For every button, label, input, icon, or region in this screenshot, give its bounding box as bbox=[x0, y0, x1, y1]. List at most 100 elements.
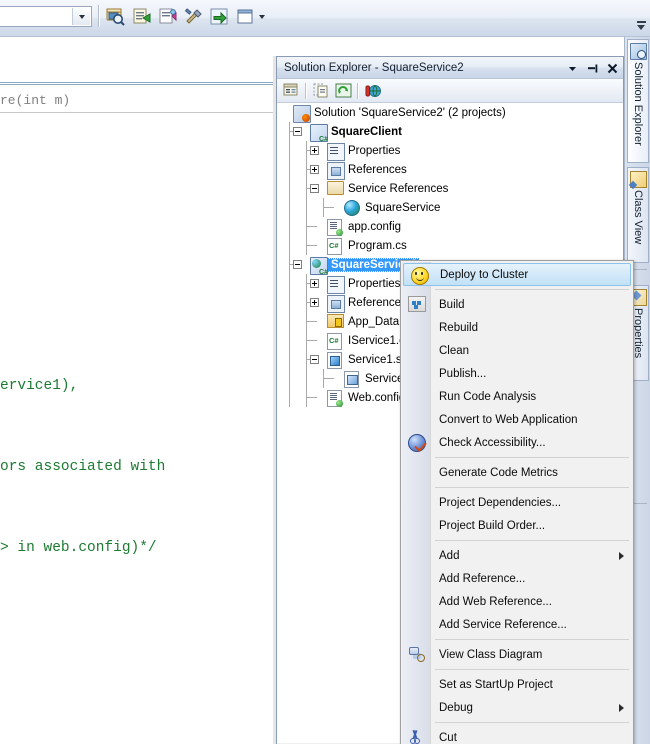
menu-item[interactable]: View Class Diagram bbox=[401, 643, 633, 666]
class-diagram-icon bbox=[408, 646, 425, 662]
menu-item[interactable]: Publish... bbox=[401, 362, 633, 385]
menu-item[interactable]: Run Code Analysis bbox=[401, 385, 633, 408]
menu-item[interactable]: Clean bbox=[401, 339, 633, 362]
editor-navigation-bar bbox=[0, 82, 276, 85]
menu-item[interactable]: Project Build Order... bbox=[401, 514, 633, 537]
menu-item[interactable]: Deploy to Cluster bbox=[403, 263, 631, 286]
submenu-arrow-icon bbox=[619, 552, 624, 560]
code-text-block[interactable]: ervice1), ors associated with > in web.c… bbox=[0, 319, 276, 616]
tree-item[interactable]: app.config bbox=[277, 217, 623, 236]
menu-item-label: Rebuild bbox=[439, 321, 478, 334]
collapse-icon[interactable] bbox=[310, 355, 319, 364]
tree-item[interactable]: Service References bbox=[277, 179, 623, 198]
tree-item-label: References bbox=[348, 296, 407, 309]
menu-separator bbox=[435, 540, 629, 541]
menu-item-label: Run Code Analysis bbox=[439, 390, 537, 403]
toolbar-separator bbox=[98, 5, 100, 27]
tree-connector bbox=[289, 160, 290, 179]
menu-item[interactable]: Add Service Reference... bbox=[401, 613, 633, 636]
menu-item-label: View Class Diagram bbox=[439, 648, 543, 661]
menu-item-label: Set as StartUp Project bbox=[439, 678, 553, 691]
menu-item[interactable]: Generate Code Metrics bbox=[401, 461, 633, 484]
menu-item-label: Publish... bbox=[439, 367, 487, 380]
menu-item[interactable]: Build bbox=[401, 293, 633, 316]
view-in-browser-button[interactable] bbox=[362, 81, 384, 101]
properties-window-button[interactable] bbox=[280, 81, 302, 101]
tree-connector bbox=[289, 274, 290, 293]
new-project-icon[interactable] bbox=[156, 5, 180, 28]
menu-item-label: Cut bbox=[439, 731, 457, 744]
tree-item[interactable]: Program.cs bbox=[277, 236, 623, 255]
tree-connector bbox=[289, 388, 290, 407]
tree-item[interactable]: References bbox=[277, 160, 623, 180]
window-icon[interactable] bbox=[234, 5, 258, 28]
toolbar-separator bbox=[357, 82, 359, 99]
toolbar-split-dropdown[interactable] bbox=[256, 5, 268, 28]
method-signature-text: re(int m) bbox=[0, 89, 276, 113]
solution-explorer-title-bar[interactable]: Solution Explorer - SquareService2 bbox=[277, 57, 623, 79]
tree-connector bbox=[306, 397, 317, 398]
submenu-arrow-icon bbox=[619, 704, 624, 712]
code-line: ervice1), bbox=[0, 378, 79, 394]
config-file-icon bbox=[327, 390, 343, 407]
menu-item-label: Deploy to Cluster bbox=[440, 268, 529, 281]
references-folder-icon bbox=[327, 295, 345, 313]
tree-item-label: Properties bbox=[348, 277, 401, 290]
toolbar-overflow-button[interactable] bbox=[635, 4, 647, 30]
tree-item[interactable]: Solution 'SquareService2' (2 projects) bbox=[277, 103, 623, 123]
tree-connector bbox=[306, 198, 307, 217]
close-button[interactable] bbox=[606, 61, 619, 75]
menu-item[interactable]: Convert to Web Application bbox=[401, 408, 633, 431]
tree-connector bbox=[306, 226, 317, 227]
collapse-icon[interactable] bbox=[310, 184, 319, 193]
tree-connector bbox=[289, 236, 290, 255]
menu-item[interactable]: Set as StartUp Project bbox=[401, 673, 633, 696]
menu-item[interactable]: Check Accessibility... bbox=[401, 431, 633, 454]
expand-icon[interactable] bbox=[310, 298, 319, 307]
tree-item-label: References bbox=[348, 163, 407, 176]
tree-connector bbox=[289, 217, 290, 236]
menu-item-label: Add Web Reference... bbox=[439, 595, 552, 608]
collapse-icon[interactable] bbox=[293, 260, 302, 269]
config-file-icon bbox=[327, 219, 343, 236]
go-to-icon[interactable] bbox=[208, 5, 232, 28]
csharp-project-icon bbox=[310, 124, 328, 143]
expand-icon[interactable] bbox=[310, 146, 319, 155]
menu-item[interactable]: Add Reference... bbox=[401, 567, 633, 590]
visual-studio-window: re(int m) ervice1), ors associated with … bbox=[0, 0, 650, 744]
tree-item[interactable]: SquareService bbox=[277, 198, 623, 217]
chevron-down-icon[interactable] bbox=[72, 8, 90, 25]
menu-item-label: Build bbox=[439, 298, 465, 311]
toolbar-combo-box[interactable] bbox=[0, 6, 92, 27]
menu-item-label: Add Reference... bbox=[439, 572, 526, 585]
menu-item[interactable]: Cut bbox=[401, 726, 633, 744]
expand-icon[interactable] bbox=[310, 279, 319, 288]
dock-tab-class-view[interactable]: Class View bbox=[627, 167, 649, 263]
build-icon bbox=[408, 296, 426, 312]
expand-icon[interactable] bbox=[310, 165, 319, 174]
refresh-button[interactable] bbox=[332, 81, 354, 101]
tree-item[interactable]: SquareClient bbox=[277, 122, 623, 143]
menu-item[interactable]: Add bbox=[401, 544, 633, 567]
menu-item[interactable]: Project Dependencies... bbox=[401, 491, 633, 514]
code-editor[interactable]: re(int m) ervice1), ors associated with … bbox=[0, 37, 276, 744]
menu-item[interactable]: Rebuild bbox=[401, 316, 633, 339]
new-item-icon[interactable] bbox=[130, 5, 154, 28]
tree-connector bbox=[289, 198, 290, 217]
menu-separator bbox=[435, 669, 629, 670]
menu-item-label: Check Accessibility... bbox=[439, 436, 546, 449]
menu-item[interactable]: Debug bbox=[401, 696, 633, 719]
tree-connector bbox=[306, 321, 317, 322]
tree-item[interactable]: Properties bbox=[277, 141, 623, 161]
collapse-icon[interactable] bbox=[293, 127, 302, 136]
menu-item[interactable]: Add Web Reference... bbox=[401, 590, 633, 613]
show-all-files-button[interactable] bbox=[310, 81, 332, 101]
dock-tab-solution-explorer[interactable]: Solution Explorer bbox=[627, 39, 649, 163]
window-dropdown-button[interactable] bbox=[566, 61, 579, 75]
tools-icon[interactable] bbox=[182, 5, 206, 28]
smiley-icon bbox=[411, 267, 429, 285]
tree-connector bbox=[289, 331, 290, 350]
menu-separator bbox=[435, 722, 629, 723]
find-in-files-icon[interactable] bbox=[104, 5, 128, 28]
auto-hide-pin-button[interactable] bbox=[586, 61, 599, 75]
